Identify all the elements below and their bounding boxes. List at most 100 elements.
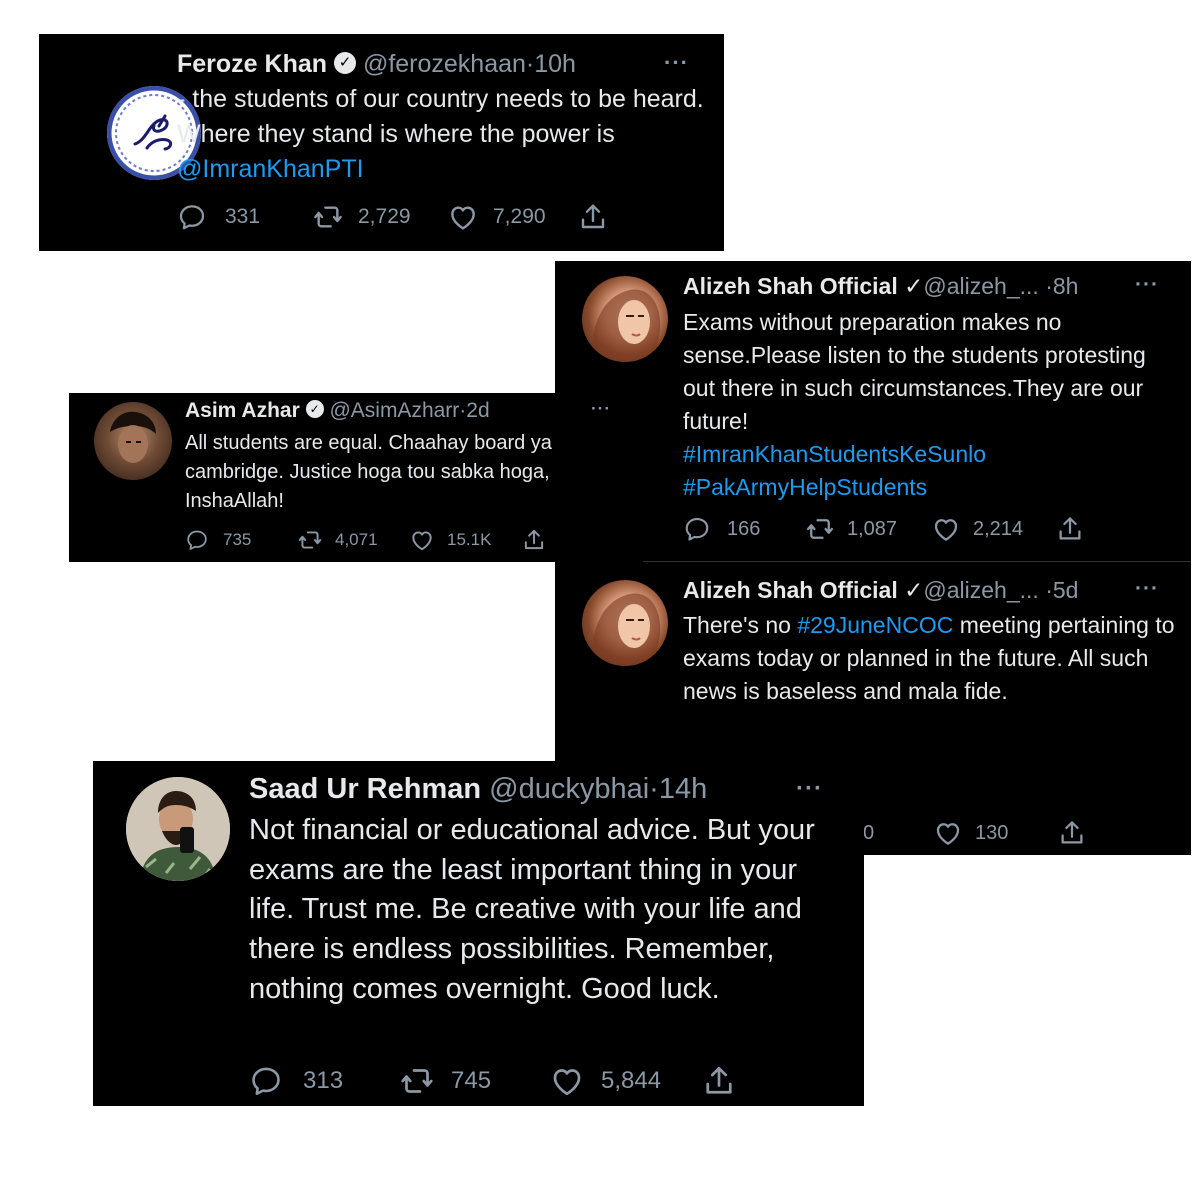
verified-icon: ✓: [904, 273, 924, 299]
more-icon[interactable]: ···: [1135, 577, 1159, 601]
verified-icon: ✓: [305, 400, 324, 419]
hashtag-link[interactable]: #29JuneNCOC: [797, 612, 953, 638]
share-button[interactable]: [1055, 514, 1085, 544]
like-button[interactable]: 15.1K: [409, 527, 521, 553]
like-button[interactable]: 130: [933, 818, 1057, 848]
profile-photo-icon: [126, 777, 230, 881]
retweet-icon: [399, 1063, 435, 1099]
separator-dot: ·: [1045, 577, 1053, 603]
reply-button[interactable]: 735: [185, 528, 297, 552]
hashtag-link[interactable]: #ImranKhanStudentsKeSunlo: [683, 441, 986, 467]
timestamp[interactable]: 8h: [1053, 273, 1079, 299]
like-count: 7,290: [493, 205, 546, 228]
verified-icon: ✓: [904, 577, 924, 603]
retweet-icon: [312, 201, 344, 233]
tweet-text-body: Exams without preparation makes no sense…: [683, 309, 1146, 434]
share-icon: [577, 201, 609, 233]
tweet-text: All students are equal. Chaahay board ya…: [185, 432, 552, 512]
share-icon: [1055, 514, 1085, 544]
like-count: 5,844: [601, 1067, 662, 1094]
more-icon[interactable]: ···: [1135, 273, 1159, 297]
like-button[interactable]: 7,290: [447, 201, 577, 233]
share-button[interactable]: [701, 1063, 737, 1099]
share-button[interactable]: [1057, 818, 1087, 848]
retweet-button[interactable]: 4,071: [297, 527, 409, 553]
retweet-icon: [297, 527, 323, 553]
like-count: 15.1K: [447, 530, 492, 549]
share-icon: [1057, 818, 1087, 848]
like-icon: [409, 527, 435, 553]
author-name[interactable]: Alizeh Shah Official: [683, 577, 898, 603]
reply-icon: [185, 528, 209, 552]
reply-count: 313: [303, 1067, 344, 1094]
reply-count-partial: 0: [863, 821, 875, 844]
tweet-text: - the students of our country needs to b…: [177, 82, 707, 187]
retweet-count: 1,087: [847, 517, 898, 540]
avatar[interactable]: [582, 276, 668, 362]
more-icon[interactable]: ···: [796, 775, 823, 803]
reply-icon: [249, 1064, 283, 1098]
separator-dot: ·: [1045, 273, 1053, 299]
retweet-count: 2,729: [358, 205, 411, 228]
author-name[interactable]: Feroze Khan: [177, 50, 327, 78]
avatar[interactable]: [94, 402, 172, 480]
like-button[interactable]: 5,844: [549, 1063, 701, 1099]
timestamp[interactable]: 14h: [659, 773, 707, 805]
author-handle[interactable]: @alizeh_...: [923, 273, 1038, 299]
retweet-button[interactable]: 745: [399, 1063, 549, 1099]
more-icon[interactable]: ···: [664, 50, 689, 76]
author-handle[interactable]: @ferozekhaan: [363, 50, 526, 78]
author-handle[interactable]: @duckybhai: [489, 773, 649, 805]
tweet-text: Not financial or educational advice. But…: [249, 814, 815, 1005]
author-handle[interactable]: @AsimAzharr: [329, 399, 459, 422]
reply-button[interactable]: 313: [249, 1064, 399, 1098]
retweet-icon: [805, 514, 835, 544]
share-button[interactable]: [577, 201, 609, 233]
profile-photo-icon: [110, 411, 156, 463]
separator-dot: ·: [649, 773, 659, 805]
retweet-count: 4,071: [335, 530, 378, 549]
mention-link[interactable]: @ImranKhanPTI: [177, 155, 364, 183]
reply-icon: [683, 515, 711, 543]
like-icon: [933, 818, 963, 848]
share-icon: [701, 1063, 737, 1099]
share-button[interactable]: [521, 527, 547, 553]
share-icon: [521, 527, 547, 553]
tweet-asim-azhar[interactable]: Asim Azhar ✓ @AsimAzharr·2d ··· All stud…: [69, 393, 610, 562]
author-name[interactable]: Asim Azhar: [185, 399, 300, 422]
verified-icon: ✓: [333, 52, 356, 75]
avatar[interactable]: [582, 580, 668, 666]
timestamp[interactable]: 5d: [1053, 577, 1079, 603]
author-handle[interactable]: @alizeh_...: [923, 577, 1038, 603]
like-icon: [447, 201, 479, 233]
tweet-text-before: There's no: [683, 612, 798, 638]
reply-count: 735: [223, 530, 252, 549]
retweet-button[interactable]: 2,729: [312, 201, 447, 233]
timestamp[interactable]: 10h: [534, 50, 576, 78]
tweet-saad-ur-rehman[interactable]: Saad Ur Rehman @duckybhai·14h ··· Not fi…: [93, 761, 864, 1106]
tweet-text: There's no #29JuneNCOC meeting pertainin…: [683, 609, 1178, 708]
more-icon[interactable]: ···: [591, 399, 611, 419]
like-count: 130: [975, 821, 1009, 844]
reply-count: 331: [225, 205, 261, 228]
reply-button[interactable]: 166: [683, 515, 805, 543]
tweet-feroze-khan[interactable]: Feroze Khan ✓ @ferozekhaan·10h ··· - the…: [39, 34, 724, 251]
timestamp[interactable]: 2d: [466, 399, 489, 422]
retweet-button[interactable]: 1,087: [805, 514, 931, 544]
reply-count: 166: [727, 517, 761, 540]
tweet-text: Exams without preparation makes no sense…: [683, 306, 1173, 504]
like-count: 2,214: [973, 517, 1024, 540]
avatar[interactable]: [126, 777, 230, 881]
tweet-alizeh-shah-1[interactable]: Alizeh Shah Official ✓@alizeh_... ·8h ··…: [555, 261, 1191, 561]
like-icon: [931, 514, 961, 544]
author-name[interactable]: Alizeh Shah Official: [683, 273, 898, 299]
like-icon: [549, 1063, 585, 1099]
author-name[interactable]: Saad Ur Rehman: [249, 773, 481, 805]
hashtag-link[interactable]: #PakArmyHelpStudents: [683, 474, 927, 500]
tweet-text-body: - the students of our country needs to b…: [177, 85, 704, 148]
profile-photo-icon: [591, 593, 661, 666]
reply-button[interactable]: 331: [177, 202, 312, 232]
like-button[interactable]: 2,214: [931, 514, 1055, 544]
divider: [643, 561, 1191, 562]
profile-photo-icon: [591, 289, 661, 362]
